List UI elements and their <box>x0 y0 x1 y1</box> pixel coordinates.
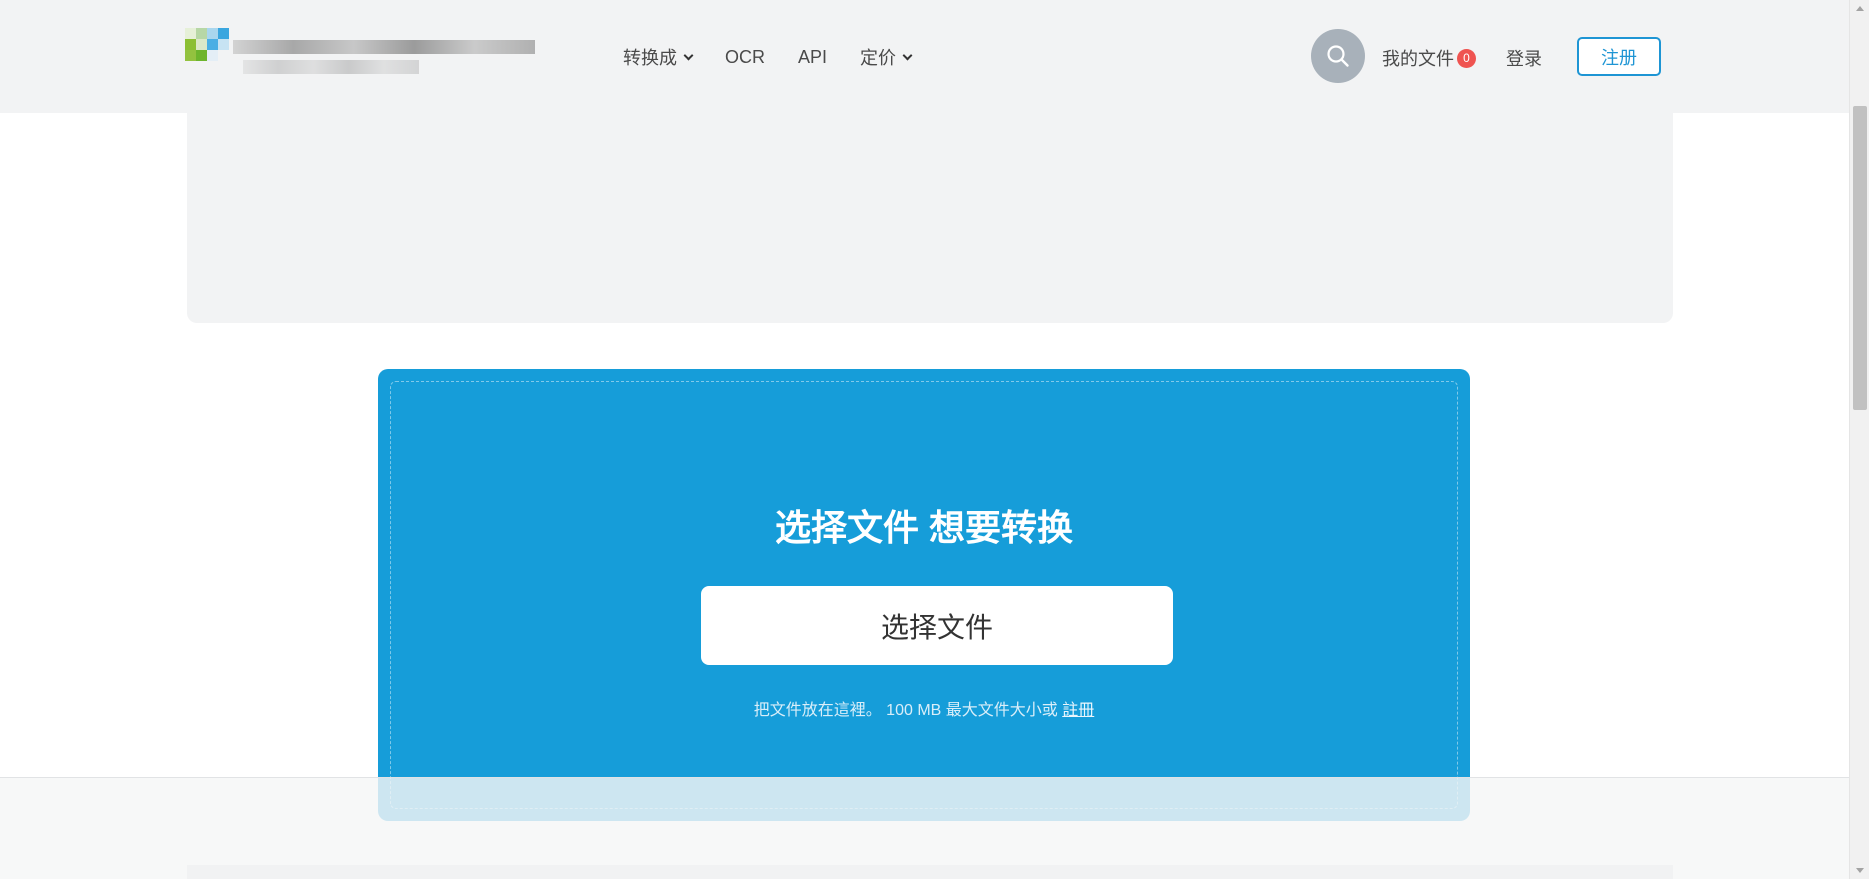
bottom-overlay-band <box>0 777 1849 879</box>
nav-ocr-link[interactable]: OCR <box>725 47 765 68</box>
nav-pricing-dropdown[interactable]: 定价 <box>860 44 913 70</box>
chevron-down-icon <box>683 50 694 60</box>
search-icon <box>1327 45 1349 67</box>
drop-hint: 把文件放在這裡。 100 MB 最大文件大小或 註冊 <box>391 696 1457 720</box>
drop-hint-text: 把文件放在這裡。 100 MB 最大文件大小或 <box>753 702 1058 719</box>
site-logo[interactable] <box>185 28 535 82</box>
nav-api-link[interactable]: API <box>798 47 827 68</box>
upload-title: 选择文件 想要转换 <box>774 507 1073 548</box>
top-navigation-bar: 转换成 OCR API 定价 我的文件 0 登录 注册 <box>0 0 1849 113</box>
scroll-up-button[interactable] <box>1850 0 1869 17</box>
register-hint-link[interactable]: 註冊 <box>1062 702 1094 719</box>
search-button[interactable] <box>1311 29 1365 83</box>
scrollbar-thumb[interactable] <box>1853 106 1867 410</box>
choose-file-button[interactable]: 选择文件 <box>701 586 1173 665</box>
ad-banner-area <box>187 100 1673 323</box>
my-files-link[interactable]: 我的文件 0 <box>1382 45 1476 71</box>
logo-mark <box>185 28 229 64</box>
dropzone-dashed-border: 选择文件 想要转换 选择文件 把文件放在這裡。 100 MB 最大文件大小或 註… <box>390 381 1458 809</box>
logo-wordmark <box>233 40 535 54</box>
logo-tagline <box>243 60 419 74</box>
file-count-badge: 0 <box>1457 48 1476 68</box>
file-upload-dropzone[interactable]: 选择文件 想要转换 选择文件 把文件放在這裡。 100 MB 最大文件大小或 註… <box>378 369 1470 821</box>
nav-api-label: API <box>798 46 828 67</box>
arrow-down-icon <box>1856 868 1864 873</box>
arrow-up-icon <box>1856 6 1864 11</box>
register-button[interactable]: 注册 <box>1577 37 1661 76</box>
chevron-down-icon <box>902 50 913 60</box>
scroll-down-button[interactable] <box>1850 862 1869 879</box>
nav-pricing-label: 定价 <box>860 48 897 68</box>
nav-ocr-label: OCR <box>725 46 765 67</box>
bottom-content-card <box>187 865 1673 879</box>
my-files-label: 我的文件 <box>1382 49 1454 69</box>
vertical-scrollbar[interactable] <box>1849 0 1869 879</box>
nav-convert-dropdown[interactable]: 转换成 <box>623 44 694 70</box>
register-label: 注册 <box>1601 47 1637 68</box>
choose-file-label: 选择文件 <box>880 611 993 643</box>
login-link[interactable]: 登录 <box>1506 45 1542 71</box>
nav-convert-label: 转换成 <box>623 48 677 68</box>
main-nav: 转换成 OCR API 定价 <box>623 40 944 74</box>
